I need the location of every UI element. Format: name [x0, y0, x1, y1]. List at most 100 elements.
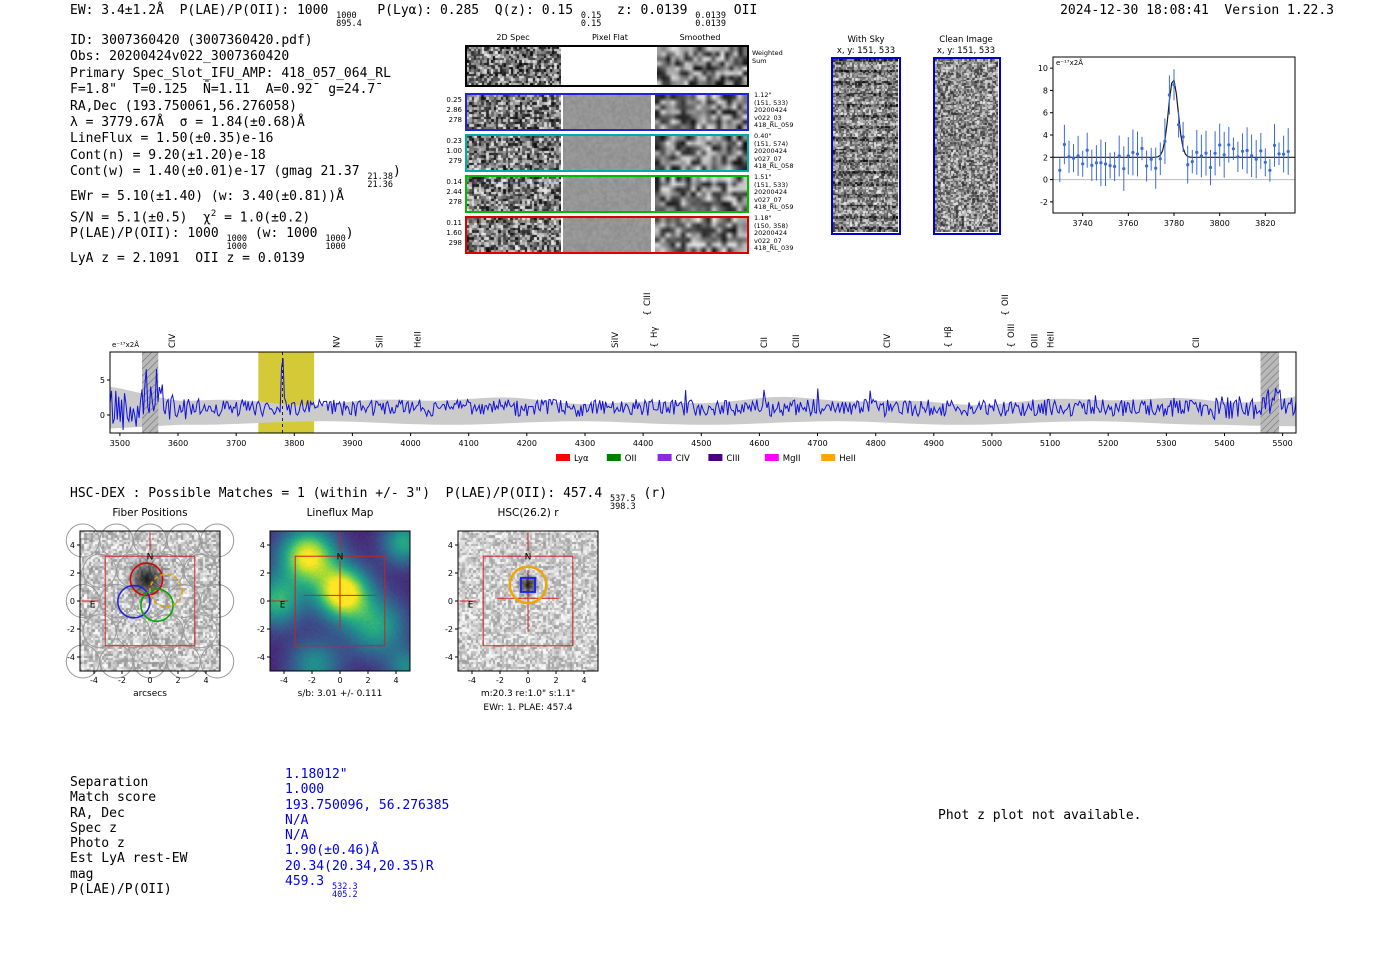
- svg-text:OIII: OIII: [1030, 334, 1040, 348]
- lineflux-map-overlay: -4 -4 -2 -2 0 0 2 2 4 4 N E: [242, 505, 432, 734]
- fiber-2d-image: [467, 218, 561, 252]
- hsc-r-overlay: -4 -4 -2 -2 0 0 2 2 4 4 N E: [430, 505, 620, 734]
- fiber-smoothed-image: [655, 218, 747, 252]
- svg-text:2: 2: [553, 676, 558, 685]
- svg-text:SiIV: SiIV: [611, 332, 621, 348]
- fiber-pixel-flat-image: [563, 177, 651, 211]
- svg-text:3820: 3820: [1255, 219, 1275, 228]
- match-row-label: Spec z: [70, 820, 117, 836]
- svg-text:-4: -4: [67, 653, 75, 662]
- svg-text:4: 4: [581, 676, 586, 685]
- svg-text:-4: -4: [445, 653, 453, 662]
- svg-text:HeII: HeII: [839, 454, 856, 464]
- fiber-row-frame: [465, 216, 749, 254]
- svg-text:E: E: [468, 600, 474, 610]
- photz-note: Phot z plot not available.: [938, 808, 1142, 823]
- match-row-value: 20.34(20.34,20.35)R: [285, 858, 434, 874]
- svg-text:Hβ: Hβ: [944, 326, 954, 338]
- fiber-row-annotation: 1.51" (151, 533) 20200424 v027_07 418_RL_059: [754, 173, 794, 212]
- svg-text:3800: 3800: [1209, 219, 1229, 228]
- detection-info-block: ID: 3007360420 (3007360420.pdf) Obs: 2020…: [70, 33, 401, 267]
- svg-text:OII: OII: [1001, 294, 1011, 306]
- svg-text:5100: 5100: [1040, 439, 1060, 448]
- svg-text:-4: -4: [468, 676, 476, 685]
- svg-text:3800: 3800: [284, 439, 304, 448]
- svg-text:2: 2: [1043, 153, 1048, 162]
- svg-text:3760: 3760: [1118, 219, 1138, 228]
- fiber-2d-image: [467, 177, 561, 211]
- clean-image-coords: x, y: 151, 533: [936, 46, 996, 56]
- svg-text:CIII: CIII: [643, 293, 653, 306]
- svg-text:-4: -4: [280, 676, 288, 685]
- svg-text:CIV: CIV: [676, 454, 690, 464]
- svg-text:N: N: [525, 553, 532, 563]
- cutout-caption-2: EWr: 1. PLAE: 457.4: [483, 703, 573, 713]
- svg-text:4900: 4900: [924, 439, 944, 448]
- cutout-hsc-r: HSC(26.2) r -4 -4 -2 -2 0 0 2 2 4 4 N E …: [430, 505, 620, 730]
- fiber-row-stats: 0.23 1.00 279: [446, 137, 462, 165]
- svg-text:OIII: OIII: [1007, 324, 1017, 338]
- svg-text:HeII: HeII: [414, 331, 424, 348]
- fiber-row-annotation: 0.40" (151, 574) 20200424 v027_07 418_RL_058: [754, 132, 794, 171]
- svg-text:2: 2: [175, 676, 180, 685]
- svg-text:3600: 3600: [168, 439, 188, 448]
- header-timestamp: 2024-12-30 18:08:41 Version 1.22.3: [1060, 3, 1334, 18]
- svg-text:CII: CII: [1192, 337, 1202, 348]
- svg-text:{: {: [643, 310, 653, 316]
- fiber-2d-image: [467, 95, 561, 129]
- weighted-sum-2d-image: [467, 47, 561, 85]
- match-table-values: 1.18012" 1.000 193.750096, 56.276385 N/A N/A…: [285, 767, 449, 899]
- svg-text:e⁻¹⁷x2Å: e⁻¹⁷x2Å: [112, 340, 139, 349]
- match-row-label: mag: [70, 866, 94, 882]
- fiber-2d-image: [467, 136, 561, 170]
- svg-text:5000: 5000: [982, 439, 1002, 448]
- svg-text:4: 4: [70, 541, 75, 550]
- svg-text:-2: -2: [308, 676, 316, 685]
- svg-text:0: 0: [70, 597, 75, 606]
- match-row-label: P(LAE)/P(OII): [70, 882, 172, 898]
- svg-text:-2: -2: [445, 625, 453, 634]
- svg-text:3900: 3900: [342, 439, 362, 448]
- svg-text:5400: 5400: [1214, 439, 1234, 448]
- col-header-2d-spec: 2D Spec: [496, 33, 530, 42]
- svg-text:5300: 5300: [1156, 439, 1176, 448]
- svg-text:4: 4: [1043, 131, 1048, 140]
- svg-text:3500: 3500: [110, 439, 130, 448]
- header-stats: EW: 3.4±1.2Å P(LAE)/P(OII): 1000 1000 895…: [70, 3, 758, 29]
- cutout-lineflux-map: Lineflux Map -4 -4 -2 -2 0 0 2 2 4 4 N E…: [242, 505, 432, 730]
- svg-text:CIII: CIII: [792, 335, 802, 348]
- with-sky-title: With Sky: [847, 35, 885, 45]
- col-header-smoothed: Smoothed: [679, 33, 721, 42]
- svg-text:{: {: [1007, 342, 1017, 348]
- match-table-labels: Separation Match score RA, Dec Spec z Photo …: [70, 775, 187, 897]
- svg-text:HeII: HeII: [1047, 331, 1057, 348]
- fiber-row-annotation: 1.12" (151, 533) 20200424 v022_03 418_RL_059: [754, 91, 794, 130]
- svg-text:0: 0: [260, 597, 265, 606]
- cutout-caption: s/b: 3.01 +/- 0.111: [297, 689, 383, 699]
- svg-text:-2: -2: [118, 676, 126, 685]
- svg-text:10: 10: [1038, 64, 1048, 73]
- svg-text:0: 0: [1043, 176, 1048, 185]
- svg-text:2: 2: [365, 676, 370, 685]
- full-spectrum-chart: 3500 3600 3700 3800 3900 4000 4100 4200 …: [85, 270, 1310, 474]
- match-row-label: RA, Dec: [70, 805, 125, 821]
- fiber-row-frame: [465, 134, 749, 172]
- svg-text:3740: 3740: [1072, 219, 1092, 228]
- match-row-value: N/A: [285, 828, 309, 844]
- svg-text:4200: 4200: [517, 439, 537, 448]
- svg-text:N: N: [147, 553, 154, 563]
- fiber-row-frame: [465, 93, 749, 131]
- svg-text:SiII: SiII: [376, 335, 386, 348]
- svg-text:4400: 4400: [633, 439, 653, 448]
- weighted-sum-strip: [465, 45, 749, 87]
- weighted-sum-smoothed-image: [657, 47, 747, 85]
- with-sky-image: [833, 59, 898, 232]
- svg-text:0: 0: [100, 411, 105, 420]
- svg-text:MgII: MgII: [783, 454, 801, 464]
- svg-text:0: 0: [147, 676, 152, 685]
- fiber-positions-overlay: -4 -4 -2 -2 0 0 2 2 4 4 N E: [52, 505, 242, 734]
- svg-text:OII: OII: [625, 454, 637, 464]
- svg-text:5: 5: [100, 376, 105, 385]
- svg-text:4: 4: [448, 541, 453, 550]
- with-sky-panel: [831, 57, 901, 235]
